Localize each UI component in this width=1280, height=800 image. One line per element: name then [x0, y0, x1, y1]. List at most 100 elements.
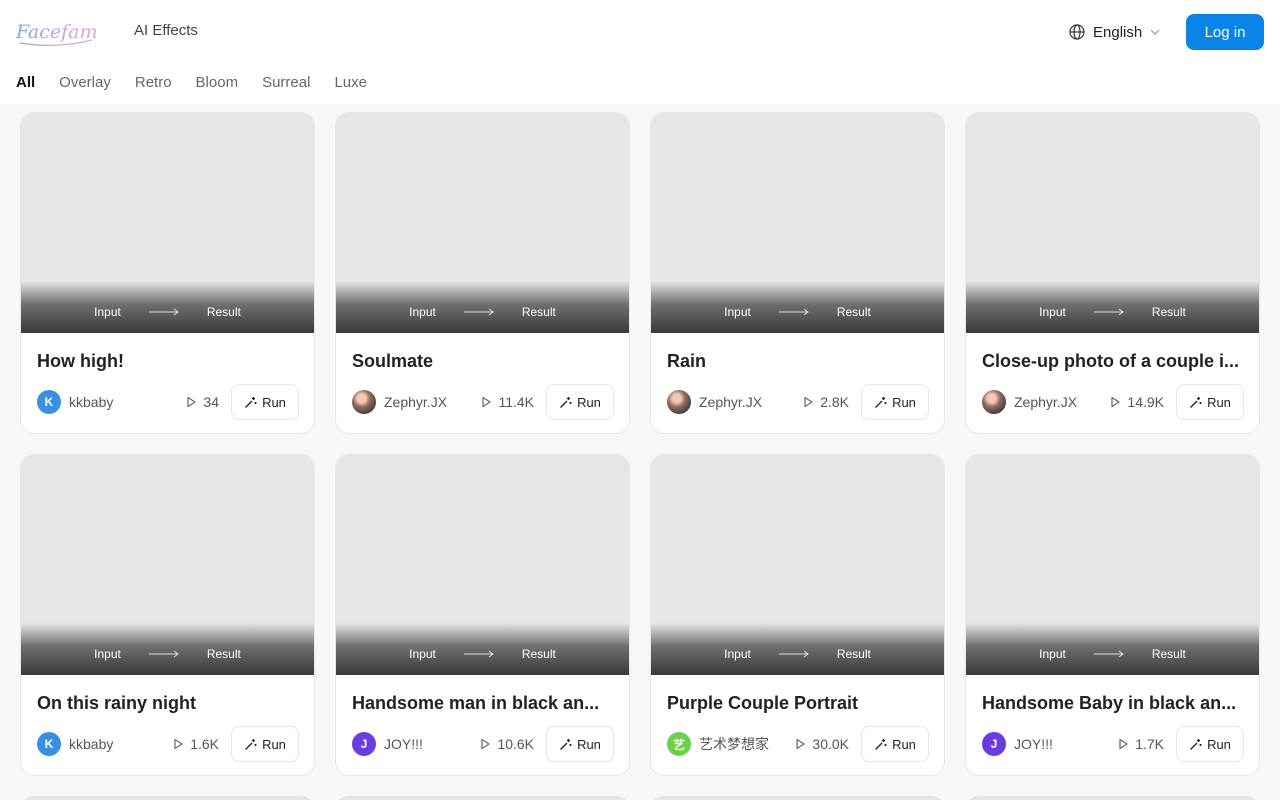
effect-card[interactable]: Input Result Rain Zephyr.JX 2.8K Run: [650, 112, 945, 434]
result-label: Result: [206, 647, 241, 661]
arrow-right-icon: [778, 650, 809, 658]
magic-wand-icon: [1190, 396, 1202, 408]
arrow-right-icon: [463, 308, 494, 316]
effect-preview-image[interactable]: Input Result: [21, 113, 314, 333]
play-icon: [1111, 396, 1121, 408]
magic-wand-icon: [1190, 738, 1202, 750]
effect-title[interactable]: Purple Couple Portrait: [667, 693, 929, 714]
author-name[interactable]: kkbaby: [69, 736, 172, 752]
effect-meta: J JOY!!! 1.7K Run: [982, 726, 1244, 762]
run-button-label: Run: [262, 394, 286, 410]
nav-ai-effects-link[interactable]: AI Effects: [134, 22, 198, 39]
run-count-value: 2.8K: [820, 394, 849, 410]
author-name[interactable]: Zephyr.JX: [699, 394, 802, 410]
effect-title[interactable]: On this rainy night: [37, 693, 299, 714]
author-name[interactable]: Zephyr.JX: [1014, 394, 1109, 410]
preview-caption-bar: Input Result: [336, 623, 629, 675]
language-selector[interactable]: English: [1069, 22, 1160, 42]
run-count: 10.6K: [479, 736, 534, 752]
language-label: English: [1093, 23, 1143, 41]
effect-title[interactable]: Handsome Baby in black an...: [982, 693, 1244, 714]
input-label: Input: [94, 647, 121, 661]
effect-preview-image[interactable]: Input Result: [336, 113, 629, 333]
result-label: Result: [1151, 647, 1186, 661]
effect-card[interactable]: Input Result Soulmate Zephyr.JX 11.4K Ru…: [335, 112, 630, 434]
effect-meta: K kkbaby 1.6K Run: [37, 726, 299, 762]
input-label: Input: [1039, 305, 1066, 319]
effect-card[interactable]: Input Result Handsome man in black an...…: [335, 454, 630, 776]
preview-caption-bar: Input Result: [21, 623, 314, 675]
preview-caption-bar: Input Result: [966, 281, 1259, 333]
run-count: 34: [185, 394, 219, 410]
run-button[interactable]: Run: [546, 726, 614, 762]
arrow-right-icon: [148, 650, 179, 658]
avatar[interactable]: J: [352, 732, 376, 756]
arrow-right-icon: [1093, 650, 1124, 658]
author-name[interactable]: 艺术梦想家: [699, 734, 794, 754]
tab-retro[interactable]: Retro: [135, 74, 172, 91]
avatar[interactable]: [982, 390, 1006, 414]
effect-card[interactable]: Input Result On this rainy night K kkbab…: [20, 454, 315, 776]
preview-caption-bar: Input Result: [651, 281, 944, 333]
avatar[interactable]: 艺: [667, 732, 691, 756]
preview-caption-bar: Input Result: [336, 281, 629, 333]
avatar[interactable]: K: [37, 732, 61, 756]
run-button[interactable]: Run: [231, 384, 299, 420]
login-button[interactable]: Log in: [1186, 14, 1264, 50]
run-button[interactable]: Run: [861, 384, 929, 420]
run-button[interactable]: Run: [861, 726, 929, 762]
run-button[interactable]: Run: [231, 726, 299, 762]
avatar[interactable]: J: [982, 732, 1006, 756]
run-count-value: 1.7K: [1135, 736, 1164, 752]
card-peek: [650, 796, 945, 800]
effect-card[interactable]: Input Result Purple Couple Portrait 艺 艺术…: [650, 454, 945, 776]
tab-luxe[interactable]: Luxe: [334, 74, 367, 91]
effect-title[interactable]: How high!: [37, 351, 299, 372]
run-count-value: 1.6K: [190, 736, 219, 752]
author-name[interactable]: JOY!!!: [384, 736, 479, 752]
effect-preview-image[interactable]: Input Result: [336, 455, 629, 675]
effect-title[interactable]: Handsome man in black an...: [352, 693, 614, 714]
effect-title[interactable]: Rain: [667, 351, 929, 372]
play-icon: [187, 396, 197, 408]
author-name[interactable]: kkbaby: [69, 394, 185, 410]
effect-meta: Zephyr.JX 14.9K Run: [982, 384, 1244, 420]
tab-overlay[interactable]: Overlay: [59, 74, 111, 91]
facefame-logo[interactable]: Facefame: [15, 18, 109, 48]
effect-card[interactable]: Input Result Handsome Baby in black an..…: [965, 454, 1260, 776]
avatar[interactable]: [352, 390, 376, 414]
avatar[interactable]: K: [37, 390, 61, 414]
effect-card[interactable]: Input Result Close-up photo of a couple …: [965, 112, 1260, 434]
effect-title[interactable]: Close-up photo of a couple i...: [982, 351, 1244, 372]
run-button-label: Run: [262, 736, 286, 752]
effect-preview-image[interactable]: Input Result: [651, 113, 944, 333]
magic-wand-icon: [245, 396, 257, 408]
tab-all[interactable]: All: [16, 74, 35, 91]
effect-meta: Zephyr.JX 2.8K Run: [667, 384, 929, 420]
effects-grid: Input Result How high! K kkbaby 34 Run I…: [20, 112, 1260, 776]
effect-title[interactable]: Soulmate: [352, 351, 614, 372]
effect-preview-image[interactable]: Input Result: [966, 113, 1259, 333]
input-label: Input: [94, 305, 121, 319]
effect-meta: J JOY!!! 10.6K Run: [352, 726, 614, 762]
author-name[interactable]: JOY!!!: [1014, 736, 1117, 752]
effect-preview-image[interactable]: Input Result: [966, 455, 1259, 675]
play-icon: [796, 738, 806, 750]
run-button[interactable]: Run: [1176, 384, 1244, 420]
effect-card[interactable]: Input Result How high! K kkbaby 34 Run: [20, 112, 315, 434]
result-label: Result: [521, 647, 556, 661]
category-tabs: All Overlay Retro Bloom Surreal Luxe: [16, 74, 367, 91]
run-button[interactable]: Run: [1176, 726, 1244, 762]
run-button[interactable]: Run: [546, 384, 614, 420]
input-label: Input: [724, 647, 751, 661]
top-header: Facefame AI Effects English Log in All O…: [0, 0, 1280, 104]
run-count-value: 11.4K: [498, 394, 534, 410]
magic-wand-icon: [875, 738, 887, 750]
tab-surreal[interactable]: Surreal: [262, 74, 310, 91]
author-name[interactable]: Zephyr.JX: [384, 394, 480, 410]
avatar[interactable]: [667, 390, 691, 414]
effect-preview-image[interactable]: Input Result: [651, 455, 944, 675]
arrow-right-icon: [463, 650, 494, 658]
tab-bloom[interactable]: Bloom: [196, 74, 239, 91]
effect-preview-image[interactable]: Input Result: [21, 455, 314, 675]
